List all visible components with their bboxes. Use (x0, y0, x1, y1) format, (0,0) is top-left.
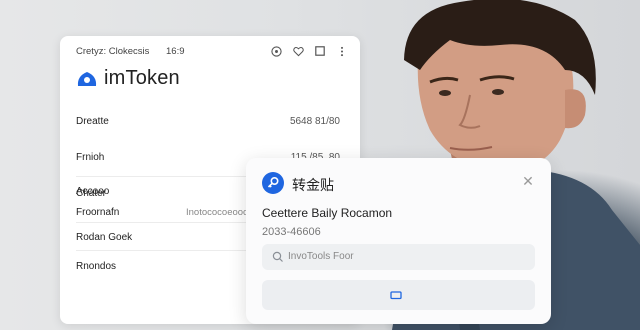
detail-row: Dreatte 5648 81/80 (76, 116, 340, 134)
detail-label: Frnioh (76, 152, 105, 163)
imtoken-logo (77, 72, 97, 86)
extra-label: Froornafn (76, 207, 120, 218)
extra-value: Inotococoeooo (186, 207, 249, 218)
dialog-title: 转金贴 (292, 177, 334, 193)
dialog-subtitle: 2033-46606 (262, 226, 321, 238)
more-icon[interactable] (336, 46, 348, 58)
search-input[interactable]: InvoTools Foor (262, 244, 535, 270)
transfer-dialog: 转金贴 ✕ Ceettere Baily Rocamon 2033-46606 … (246, 158, 551, 324)
detail-label: Dreatte (76, 116, 109, 127)
search-placeholder: InvoTools Foor (288, 251, 354, 262)
card-icon (390, 291, 402, 300)
status-label: Cretyz: Clokecsis (76, 46, 150, 57)
extra-label: Rnondos (76, 261, 117, 272)
status-bar: Cretyz: Clokecsis 16:9 (76, 46, 348, 60)
key-icon (262, 172, 284, 194)
brand: imToken (76, 66, 180, 90)
status-time: 16:9 (166, 46, 185, 57)
brand-name: imToken (104, 66, 180, 89)
status-icons (270, 46, 348, 58)
detail-value: 5648 81/80 (289, 116, 340, 127)
target-icon[interactable] (270, 46, 282, 58)
extra-label: Rodan Goek (76, 232, 133, 243)
search-icon (272, 251, 283, 262)
close-icon[interactable]: ✕ (521, 174, 535, 188)
confirm-button[interactable] (262, 280, 535, 310)
extra-label: Accooo (76, 186, 110, 197)
heart-icon[interactable] (292, 46, 304, 58)
square-icon[interactable] (314, 46, 326, 58)
dialog-name: Ceettere Baily Rocamon (262, 206, 393, 220)
